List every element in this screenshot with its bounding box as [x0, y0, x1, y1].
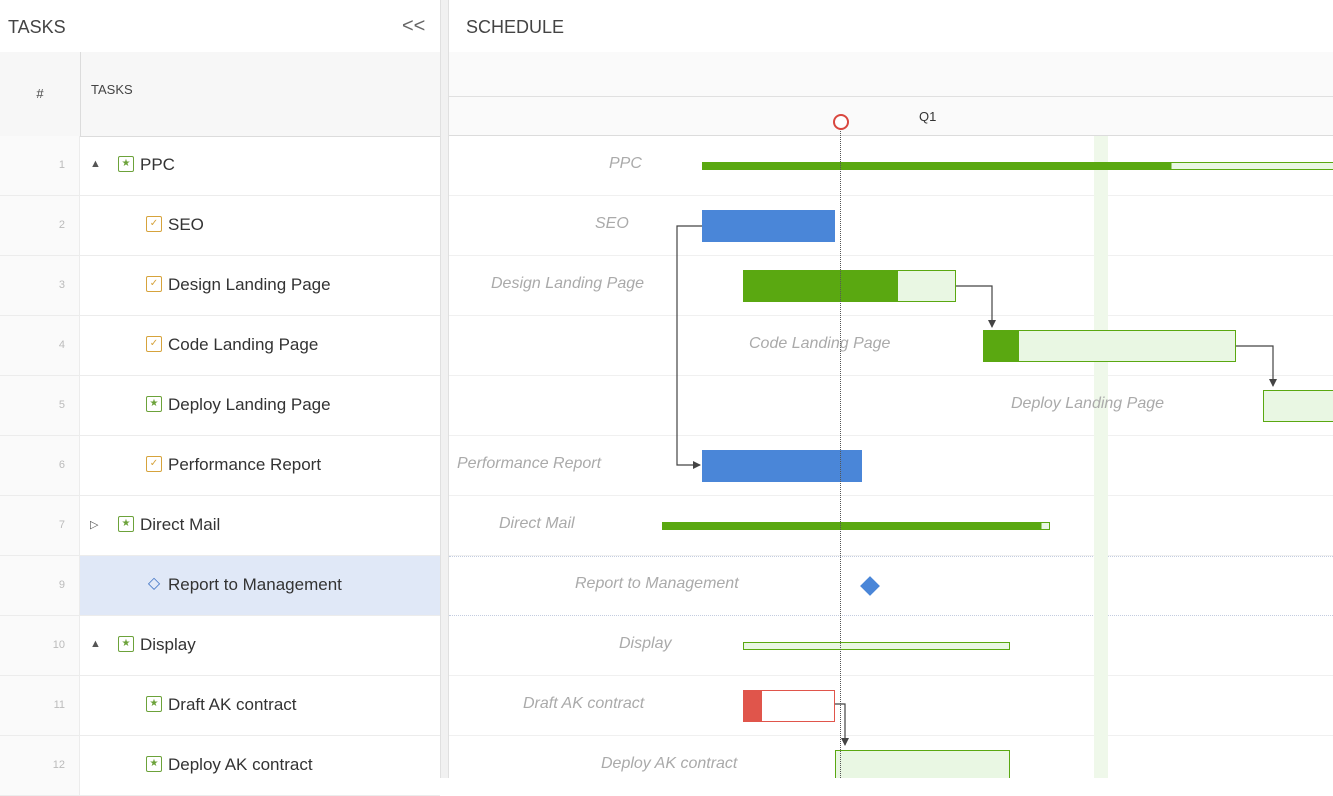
- summary-task-icon: ★: [118, 636, 134, 652]
- row-number: 7: [0, 496, 80, 555]
- top-header: TASKS << SCHEDULE: [0, 0, 1333, 53]
- task-icon: ✓: [146, 276, 162, 292]
- task-name[interactable]: Deploy AK contract: [168, 755, 313, 775]
- task-row[interactable]: 12 ★ Deploy AK contract: [0, 736, 440, 796]
- task-row[interactable]: 11 ★ Draft AK contract: [0, 676, 440, 736]
- task-icon: ✓: [146, 216, 162, 232]
- task-icon: ✓: [146, 456, 162, 472]
- task-row[interactable]: 5 ★ Deploy Landing Page: [0, 376, 440, 436]
- milestone-icon: ◇: [147, 575, 161, 592]
- row-number: 10: [0, 616, 80, 675]
- summary-task-icon: ★: [146, 696, 162, 712]
- task-row[interactable]: 9 ◇ Report to Management: [0, 556, 440, 616]
- task-name[interactable]: Design Landing Page: [168, 275, 331, 295]
- summary-task-icon: ★: [118, 516, 134, 532]
- task-name[interactable]: Direct Mail: [140, 515, 220, 535]
- row-number: 1: [0, 136, 80, 195]
- row-number: 5: [0, 376, 80, 435]
- panel-splitter[interactable]: [440, 0, 449, 778]
- row-number: 3: [0, 256, 80, 315]
- task-icon: ✓: [146, 336, 162, 352]
- task-row[interactable]: 3 ✓ Design Landing Page: [0, 256, 440, 316]
- task-name[interactable]: SEO: [168, 215, 204, 235]
- dependency-code-deploy: [1236, 345, 1277, 387]
- task-row[interactable]: 4 ✓ Code Landing Page: [0, 316, 440, 376]
- task-name[interactable]: Code Landing Page: [168, 335, 318, 355]
- row-number: 12: [0, 736, 80, 795]
- gantt-schedule: Q1 PPC SEO Design Landing Page Code Landing…: [449, 52, 1333, 778]
- row-number: 11: [0, 676, 80, 735]
- today-line: [840, 122, 841, 778]
- expand-icon[interactable]: ▷: [90, 518, 98, 531]
- summary-task-icon: ★: [146, 756, 162, 772]
- task-row[interactable]: 2 ✓ SEO: [0, 196, 440, 256]
- row-number: 4: [0, 316, 80, 375]
- row-number: 9: [0, 556, 80, 615]
- task-row[interactable]: 7 ▷ ★ Direct Mail: [0, 496, 440, 556]
- task-name[interactable]: Deploy Landing Page: [168, 395, 331, 415]
- tasks-panel-title: TASKS: [8, 17, 66, 37]
- dependency-design-code: [956, 285, 996, 328]
- collapse-panel-icon[interactable]: <<: [402, 15, 425, 38]
- collapse-icon[interactable]: ▲: [90, 638, 101, 650]
- column-header-tasks[interactable]: TASKS: [91, 82, 133, 97]
- dependency-seo-performance: [676, 225, 702, 469]
- summary-task-icon: ★: [118, 156, 134, 172]
- task-name[interactable]: PPC: [140, 155, 175, 175]
- task-row[interactable]: 10 ▲ ★ Display: [0, 616, 440, 676]
- task-row[interactable]: 6 ✓ Performance Report: [0, 436, 440, 496]
- task-row[interactable]: 1 ▲ ★ PPC: [0, 136, 440, 196]
- schedule-panel-title: SCHEDULE: [466, 17, 565, 37]
- row-number: 2: [0, 196, 80, 255]
- task-name[interactable]: Display: [140, 635, 196, 655]
- column-header-number[interactable]: #: [0, 52, 81, 136]
- task-name[interactable]: Report to Management: [168, 575, 342, 595]
- task-grid-header: # TASKS: [0, 52, 440, 137]
- today-marker[interactable]: [833, 114, 849, 130]
- task-name[interactable]: Performance Report: [168, 455, 321, 475]
- collapse-icon[interactable]: ▲: [90, 158, 101, 170]
- row-number: 6: [0, 436, 80, 495]
- summary-task-icon: ★: [146, 396, 162, 412]
- dependency-arrows: [676, 225, 1277, 746]
- task-name[interactable]: Draft AK contract: [168, 695, 297, 715]
